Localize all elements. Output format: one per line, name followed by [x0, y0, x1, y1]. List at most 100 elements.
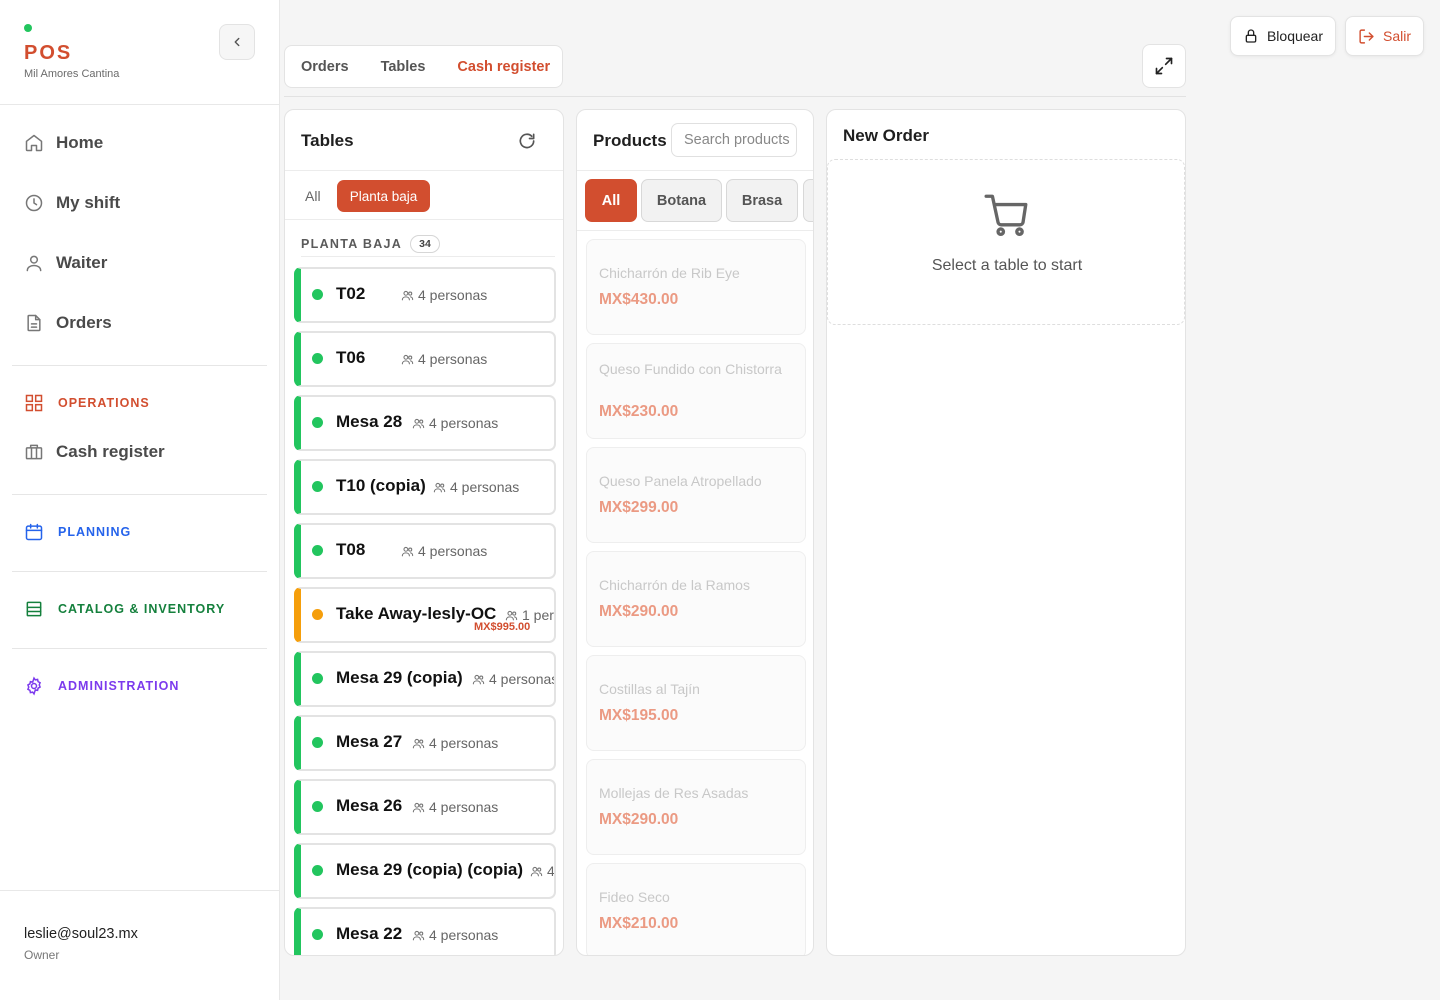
category-all[interactable]: All: [585, 179, 637, 222]
table-capacity-text: 4 personas: [418, 287, 488, 303]
grid-icon: [25, 394, 43, 412]
section-administration[interactable]: ADMINISTRATION: [24, 676, 179, 696]
online-status-dot: [24, 24, 32, 32]
divider: [284, 96, 1186, 97]
shopping-cart-icon: [984, 194, 1028, 237]
product-name: Costillas al Tajín: [599, 681, 700, 697]
people-icon: [412, 802, 425, 812]
table-capacity: 4 personas: [530, 863, 554, 879]
product-price: MX$195.00: [599, 707, 679, 724]
table-card[interactable]: Mesa 26 4 personas: [294, 779, 556, 835]
collapse-sidebar-button[interactable]: [219, 24, 255, 60]
table-card[interactable]: Take Away-lesly-OC1 personaMX$995.00: [294, 587, 556, 643]
tab-cash-register[interactable]: Cash register: [457, 59, 550, 75]
view-tabs: Orders Tables Cash register: [284, 45, 563, 88]
table-name: Mesa 28: [336, 412, 403, 431]
table-card[interactable]: Mesa 29 (copia) 4 personas: [294, 651, 556, 707]
tab-tables[interactable]: Tables: [381, 59, 426, 75]
section-operations[interactable]: OPERATIONS: [24, 393, 150, 413]
divider: [301, 256, 555, 257]
product-price: MX$230.00: [599, 403, 679, 420]
divider: [12, 494, 267, 495]
divider: [577, 230, 813, 231]
filter-all[interactable]: All: [305, 188, 321, 204]
table-capacity: 4 personas: [412, 735, 498, 751]
restaurant-name: Mil Amores Cantina: [24, 68, 120, 80]
category-more[interactable]: [803, 179, 813, 222]
tables-title: Tables: [301, 131, 354, 150]
nav-item-orders[interactable]: Orders: [24, 308, 112, 338]
table-name: Mesa 29 (copia): [336, 668, 463, 687]
table-card[interactable]: Mesa 27 4 personas: [294, 715, 556, 771]
table-card[interactable]: T06 4 personas: [294, 331, 556, 387]
table-name: T02: [336, 284, 366, 303]
shelf-icon: [26, 601, 42, 617]
people-icon: [412, 930, 425, 940]
product-card[interactable]: Chicharrón de la Ramos MX$290.00: [586, 551, 806, 647]
fullscreen-button[interactable]: [1142, 44, 1186, 88]
product-name: Chicharrón de Rib Eye: [599, 265, 740, 281]
table-status-dot: [312, 673, 323, 684]
table-status-dot: [312, 545, 323, 556]
product-card[interactable]: Mollejas de Res Asadas MX$290.00: [586, 759, 806, 855]
table-name: Take Away-lesly-OC: [336, 604, 497, 623]
product-price: MX$430.00: [599, 291, 679, 308]
people-icon: [401, 546, 414, 556]
user-profile[interactable]: leslie@soul23.mx Owner: [0, 890, 279, 1000]
briefcase-icon: [25, 444, 43, 460]
filter-planta-baja[interactable]: Planta baja: [337, 180, 430, 212]
table-capacity: 4 personas: [401, 287, 487, 303]
area-group-header: PLANTA BAJA 34: [301, 235, 440, 253]
table-card[interactable]: T02 4 personas: [294, 267, 556, 323]
product-card[interactable]: Fideo Seco MX$210.00: [586, 863, 806, 955]
clock-icon: [25, 194, 43, 212]
section-label-text: PLANNING: [58, 525, 132, 539]
user-email: leslie@soul23.mx: [24, 926, 138, 942]
table-capacity-text: 4 personas: [429, 799, 499, 815]
category-botana[interactable]: Botana: [641, 179, 722, 222]
gear-icon: [26, 676, 42, 696]
table-card[interactable]: T10 (copia) 4 personas: [294, 459, 556, 515]
nav-item-waiter[interactable]: Waiter: [24, 248, 107, 278]
section-planning[interactable]: PLANNING: [24, 522, 131, 542]
table-card[interactable]: T08 4 personas: [294, 523, 556, 579]
section-label-text: ADMINISTRATION: [58, 679, 180, 693]
table-card[interactable]: Mesa 22 4 personas: [294, 907, 556, 955]
table-card[interactable]: Mesa 29 (copia) (copia) 4 personas: [294, 843, 556, 899]
divider: [285, 219, 563, 220]
lock-button[interactable]: Bloquear: [1230, 16, 1336, 56]
nav-item-my-shift[interactable]: My shift: [24, 188, 120, 218]
table-capacity: 4 personas: [433, 479, 519, 495]
people-icon: [530, 866, 543, 876]
nav-item-cash-register[interactable]: Cash register: [24, 437, 165, 467]
section-catalog-inventory[interactable]: CATALOG & INVENTORY: [24, 599, 225, 619]
tab-orders[interactable]: Orders: [301, 59, 349, 75]
table-capacity: 4 personas: [412, 927, 498, 943]
table-capacity-text: 4 personas: [418, 351, 488, 367]
product-search-input[interactable]: [671, 123, 797, 157]
divider: [12, 365, 267, 366]
product-card[interactable]: Costillas al Tajín MX$195.00: [586, 655, 806, 751]
nav-item-home[interactable]: Home: [24, 128, 103, 158]
table-capacity: 4 personas: [412, 415, 498, 431]
sidebar: POS Mil Amores Cantina Home My shift Wai…: [0, 0, 280, 1000]
products-title: Products: [593, 131, 667, 150]
product-card[interactable]: Queso Fundido con Chistorra MX$230.00: [586, 343, 806, 439]
area-name: PLANTA BAJA: [301, 237, 403, 251]
product-card[interactable]: Chicharrón de Rib Eye MX$430.00: [586, 239, 806, 335]
table-card[interactable]: Mesa 28 4 personas: [294, 395, 556, 451]
product-card[interactable]: Queso Panela Atropellado MX$299.00: [586, 447, 806, 543]
section-label-text: CATALOG & INVENTORY: [58, 602, 226, 616]
logout-button[interactable]: Salir: [1345, 16, 1424, 56]
table-capacity: 4 personas: [401, 351, 487, 367]
product-price: MX$299.00: [599, 499, 679, 516]
divider: [12, 648, 267, 649]
refresh-icon[interactable]: [517, 131, 537, 151]
table-status-dot: [312, 929, 323, 940]
app-title: POS: [24, 42, 73, 64]
table-name: T06: [336, 348, 366, 367]
category-brasa[interactable]: Brasa: [726, 179, 798, 222]
table-capacity-text: 4 personas: [489, 671, 556, 687]
nav-label: Home: [56, 133, 104, 152]
people-icon: [472, 674, 485, 684]
